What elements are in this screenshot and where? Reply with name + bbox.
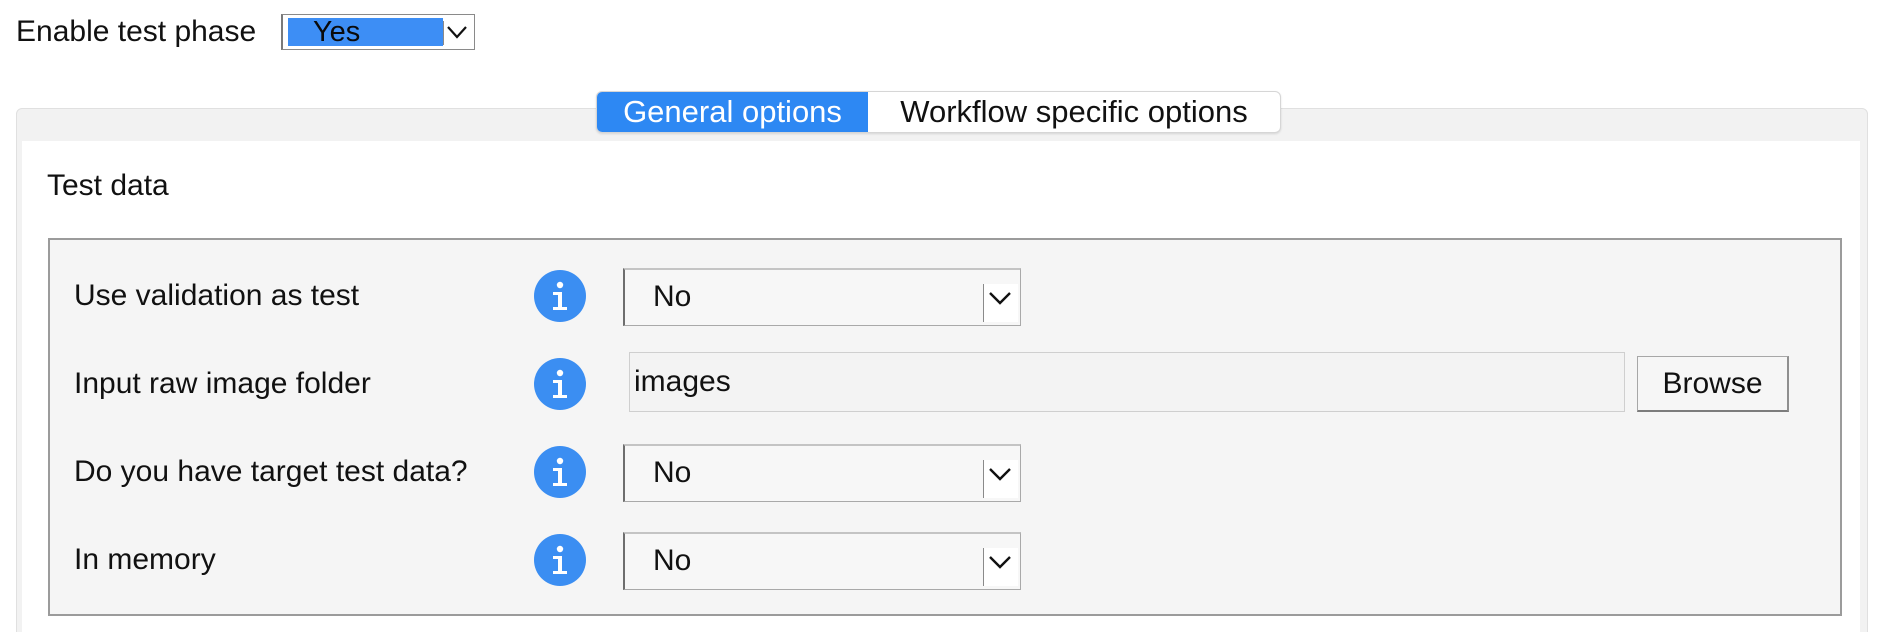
in-memory-select[interactable]: No — [623, 532, 1021, 590]
chevron-down-icon — [983, 548, 1018, 586]
info-icon[interactable] — [534, 270, 586, 322]
enable-test-phase-label: Enable test phase — [16, 15, 257, 48]
use-validation-as-test-label: Use validation as test — [74, 279, 360, 312]
info-icon[interactable] — [534, 358, 586, 410]
enable-test-phase-value: Yes — [288, 18, 443, 47]
section-title-test-data: Test data — [47, 169, 169, 202]
options-tab-bar: General options Workflow specific option… — [596, 91, 1281, 133]
in-memory-value: No — [653, 544, 692, 577]
chevron-down-icon — [983, 284, 1018, 322]
input-raw-image-folder-label: Input raw image folder — [74, 367, 371, 400]
target-test-data-label: Do you have target test data? — [74, 455, 468, 488]
info-icon[interactable] — [534, 446, 586, 498]
target-test-data-value: No — [653, 456, 692, 489]
use-validation-as-test-select[interactable]: No — [623, 268, 1021, 326]
app-window: Enable test phase Yes General options Wo… — [0, 0, 1882, 632]
tab-workflow-specific-options[interactable]: Workflow specific options — [868, 92, 1280, 132]
chevron-down-icon — [983, 460, 1018, 498]
enable-test-phase-select[interactable]: Yes — [281, 14, 475, 50]
tab-general-options[interactable]: General options — [597, 92, 868, 132]
use-validation-as-test-value: No — [653, 280, 692, 313]
info-icon[interactable] — [534, 534, 586, 586]
input-raw-image-folder-field[interactable] — [629, 352, 1625, 412]
in-memory-label: In memory — [74, 543, 216, 576]
chevron-down-icon — [443, 21, 470, 45]
browse-button[interactable]: Browse — [1637, 356, 1789, 412]
target-test-data-select[interactable]: No — [623, 444, 1021, 502]
